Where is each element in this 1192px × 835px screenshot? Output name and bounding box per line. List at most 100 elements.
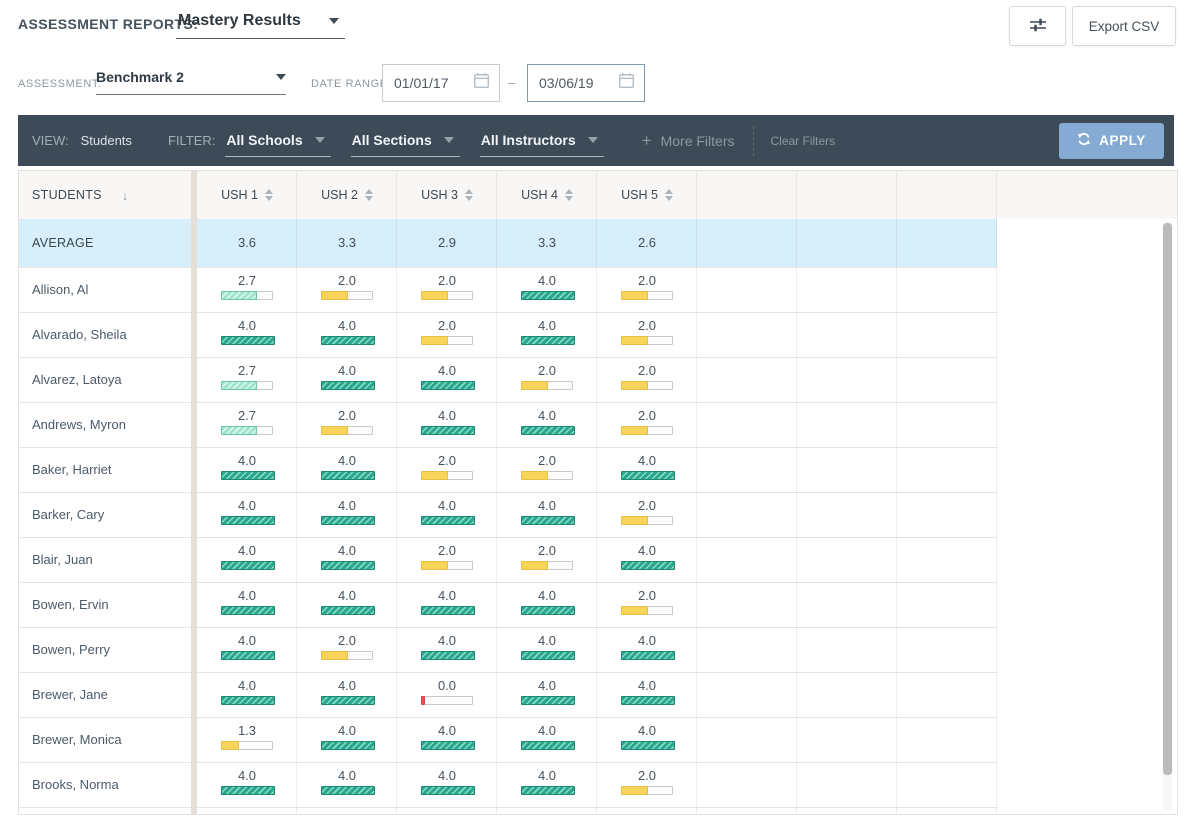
- sort-down-arrow: [365, 196, 373, 201]
- score-bar: [221, 381, 273, 390]
- score-bar-fill-full: [321, 471, 375, 480]
- score-cell: 4.0: [497, 763, 597, 808]
- average-value: 2.6: [597, 219, 697, 267]
- table-row: Allison, Al2.72.02.04.02.0: [19, 267, 997, 312]
- score-bar: [221, 291, 273, 300]
- score-bar-fill-full: [521, 291, 575, 300]
- table-row: Barker, Cary4.04.04.04.02.0: [19, 492, 997, 537]
- score-bar: [521, 561, 573, 570]
- score-bar: [321, 426, 373, 435]
- column-header-ush-2[interactable]: USH 2: [297, 171, 397, 219]
- column-header-ush-5[interactable]: USH 5: [597, 171, 697, 219]
- score-cell: 4.0: [497, 313, 597, 358]
- clear-filters-button[interactable]: Clear Filters: [771, 134, 836, 148]
- score-value: 4.0: [397, 364, 497, 378]
- score-value: 2.0: [497, 364, 597, 378]
- score-cell: 4.0: [197, 673, 297, 718]
- view-label: VIEW:: [32, 133, 69, 148]
- score-bar: [521, 426, 573, 435]
- sort-down-arrow: [665, 196, 673, 201]
- score-bar-fill-low: [421, 561, 448, 570]
- score-bar: [321, 561, 373, 570]
- score-cell: 1.3: [197, 718, 297, 763]
- sliders-icon: [1027, 16, 1049, 37]
- score-bar: [421, 471, 473, 480]
- vertical-scrollbar-thumb[interactable]: [1163, 223, 1172, 775]
- column-header-ush-3[interactable]: USH 3: [397, 171, 497, 219]
- score-bar: [221, 696, 273, 705]
- sort-icon: [565, 189, 573, 201]
- sections-filter-dropdown[interactable]: All Sections: [351, 132, 460, 157]
- score-value: 4.0: [397, 724, 497, 738]
- score-bar-fill-low: [221, 741, 239, 750]
- score-cell: 4.0: [597, 673, 697, 718]
- student-name: Andrews, Myron: [32, 403, 126, 447]
- assessment-dropdown[interactable]: Benchmark 2: [96, 69, 286, 95]
- chevron-down-icon: [588, 137, 598, 143]
- grid-line: [896, 171, 897, 814]
- grid-line: [996, 171, 997, 814]
- chevron-down-icon: [329, 18, 339, 24]
- score-cell: 2.0: [597, 268, 697, 313]
- score-value: 2.0: [297, 409, 397, 423]
- score-value: 0.0: [397, 679, 497, 693]
- score-value: 4.0: [297, 499, 397, 513]
- date-start-field[interactable]: [394, 75, 464, 91]
- score-bar-fill-full: [621, 651, 675, 660]
- score-bar-fill-low: [321, 651, 348, 660]
- date-end-input[interactable]: [527, 64, 645, 102]
- more-filters-button[interactable]: + More Filters: [642, 133, 735, 149]
- schools-filter-dropdown[interactable]: All Schools: [225, 132, 330, 157]
- table-row: Alvarez, Latoya2.74.04.02.02.0: [19, 357, 997, 402]
- instructors-filter-dropdown[interactable]: All Instructors: [480, 132, 604, 157]
- score-cell: 4.0: [297, 358, 397, 403]
- sort-icon: [265, 189, 273, 201]
- column-header-label: USH 5: [621, 188, 658, 202]
- score-cell: 4.0: [497, 583, 597, 628]
- score-bar: [221, 561, 273, 570]
- score-bar: [621, 606, 673, 615]
- score-bar: [421, 786, 473, 795]
- score-bar-fill-low: [321, 426, 348, 435]
- score-bar: [321, 786, 373, 795]
- student-name: Barker, Cary: [32, 493, 104, 537]
- toolbar-divider: [753, 126, 754, 156]
- calendar-icon[interactable]: [618, 72, 635, 94]
- score-cell: 4.0: [397, 358, 497, 403]
- date-start-input[interactable]: [382, 64, 500, 102]
- score-value: 2.7: [197, 364, 297, 378]
- report-type-dropdown[interactable]: Mastery Results: [176, 10, 345, 39]
- score-bar-fill-full: [221, 516, 275, 525]
- score-bar-fill-partial: [221, 426, 257, 435]
- column-header-ush-4[interactable]: USH 4: [497, 171, 597, 219]
- score-value: 4.0: [497, 499, 597, 513]
- filter-label: FILTER:: [168, 133, 215, 148]
- assessment-selected: Benchmark 2: [96, 69, 184, 85]
- score-bar-fill-full: [521, 741, 575, 750]
- score-bar-fill-full: [521, 336, 575, 345]
- table-row: Blair, Juan4.04.02.02.04.0: [19, 537, 997, 582]
- score-bar-fill-low: [621, 336, 648, 345]
- score-bar-fill-low: [521, 381, 548, 390]
- apply-button[interactable]: APPLY: [1059, 123, 1164, 159]
- score-bar-fill-full: [621, 696, 675, 705]
- column-header-ush-1[interactable]: USH 1: [197, 171, 297, 219]
- students-column-header[interactable]: STUDENTS ↓: [19, 171, 191, 219]
- calendar-icon[interactable]: [473, 72, 490, 94]
- display-settings-button[interactable]: [1009, 6, 1066, 46]
- view-value-students[interactable]: Students: [81, 133, 132, 148]
- score-bar-fill-low: [621, 606, 648, 615]
- date-end-field[interactable]: [539, 75, 609, 91]
- export-csv-button[interactable]: Export CSV: [1072, 6, 1176, 46]
- score-cell: 4.0: [497, 628, 597, 673]
- score-value: 2.0: [397, 319, 497, 333]
- column-header-label: USH 1: [221, 188, 258, 202]
- score-value: 4.0: [197, 319, 297, 333]
- score-value: 1.3: [197, 724, 297, 738]
- score-value: 4.0: [497, 679, 597, 693]
- score-bar: [321, 606, 373, 615]
- score-value: 4.0: [597, 544, 697, 558]
- score-bar-fill-full: [521, 516, 575, 525]
- score-bar-fill-full: [321, 381, 375, 390]
- score-value: 4.0: [597, 679, 697, 693]
